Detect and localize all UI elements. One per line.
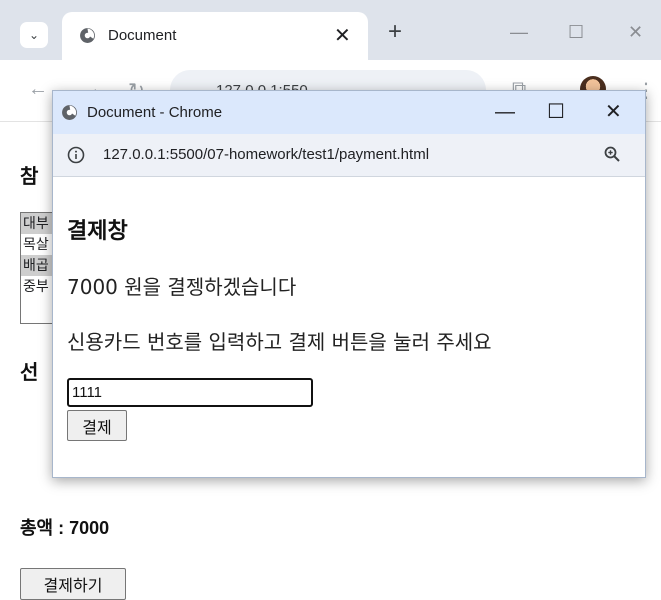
window-maximize-icon[interactable]: ☐ [568, 22, 584, 42]
total-amount: 총액 : 7000 [20, 518, 110, 538]
page-heading-1: 참 [20, 166, 39, 188]
page-heading-2: 선 [20, 362, 39, 384]
tab-search-button[interactable]: ⌄ [20, 22, 48, 48]
card-number-input[interactable] [67, 378, 313, 407]
tab-close-icon[interactable]: ✕ [334, 23, 351, 48]
tab-title: Document [108, 27, 177, 44]
checkout-button[interactable]: 결제하기 [20, 568, 126, 600]
popup-minimize-icon[interactable]: — [495, 99, 515, 125]
card-instruction-message: 신용카드 번호를 입력하고 결제 버튼을 눌러 주세요 [67, 330, 492, 354]
browser-tab-document[interactable]: Document ✕ [62, 12, 368, 60]
popup-window-title: Document - Chrome [87, 104, 223, 121]
payment-amount-message: 7000 원을 결젱하겠습니다 [67, 275, 297, 299]
tab-strip: ⌄ Document ✕ + — ☐ ✕ [0, 0, 661, 60]
popup-maximize-icon[interactable]: ☐ [547, 99, 565, 125]
popup-heading: 결제창 [67, 218, 128, 243]
pay-button[interactable]: 결제 [67, 410, 127, 441]
back-arrow-icon[interactable]: ← [28, 78, 48, 101]
popup-url-bar[interactable]: 127.0.0.1:5500/07-homework/test1/payment… [53, 134, 645, 177]
globe-favicon-icon [80, 28, 95, 43]
chevron-down-icon: ⌄ [28, 28, 40, 42]
info-icon[interactable] [67, 146, 85, 164]
popup-titlebar[interactable]: Document - Chrome — ☐ ✕ [53, 91, 645, 134]
new-tab-icon[interactable]: + [388, 20, 402, 44]
popup-close-icon[interactable]: ✕ [605, 99, 622, 125]
window-minimize-icon[interactable]: — [510, 22, 528, 42]
payment-popup-window: Document - Chrome — ☐ ✕ 127.0.0.1:5500/0… [52, 90, 646, 478]
zoom-icon[interactable] [603, 145, 621, 163]
popup-url-text: 127.0.0.1:5500/07-homework/test1/payment… [103, 146, 430, 163]
window-close-icon[interactable]: ✕ [628, 22, 643, 42]
globe-favicon-icon [62, 105, 77, 120]
